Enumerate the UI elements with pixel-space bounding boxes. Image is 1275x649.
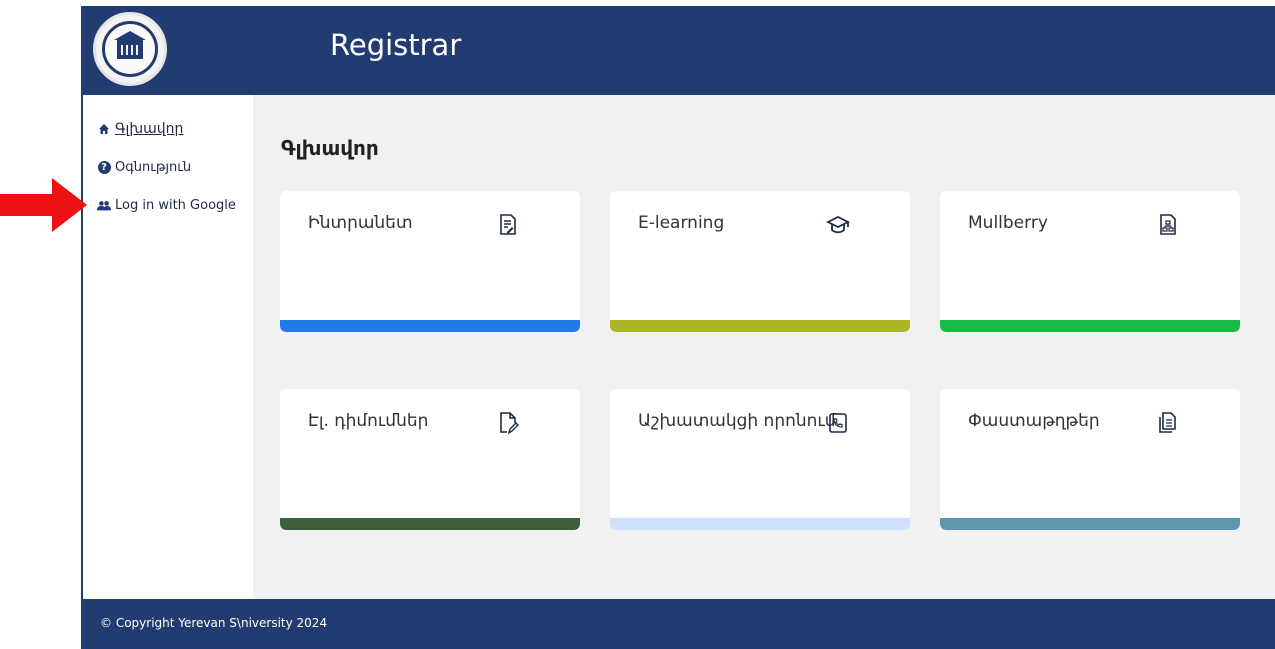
logo-seal	[102, 21, 158, 77]
annotation-arrow-icon	[0, 178, 87, 232]
card-accent-bar	[610, 518, 910, 530]
header: Registrar	[83, 6, 1275, 95]
card-accent-bar	[940, 518, 1240, 530]
document-sitemap-icon	[1160, 214, 1176, 235]
app-title: Registrar	[330, 28, 462, 62]
document-edit-icon	[500, 214, 516, 235]
card-label: Mullberry	[968, 213, 1048, 233]
card-label: Աշխատակցի որոնում	[638, 411, 836, 431]
phone-file-icon	[829, 413, 847, 433]
card-accent-bar	[280, 518, 580, 530]
university-logo[interactable]	[93, 12, 167, 86]
sidebar: Գլխավոր ? Օգնություն Log in with Google	[83, 95, 253, 599]
card-accent-bar	[280, 320, 580, 332]
sidebar-item-home[interactable]: Գլխավոր	[97, 121, 183, 137]
card-label: E-learning	[638, 213, 725, 233]
sidebar-item-label: Գլխավոր	[115, 121, 184, 137]
sidebar-item-help[interactable]: ? Օգնություն	[97, 160, 191, 175]
card-elearning[interactable]: E-learning	[610, 191, 910, 332]
card-label: Էլ. դիմումներ	[308, 411, 429, 431]
card-documents[interactable]: Փաստաթղթեր	[940, 389, 1240, 530]
card-label: Փաստաթղթեր	[968, 411, 1100, 431]
card-accent-bar	[940, 320, 1240, 332]
sidebar-item-login-google[interactable]: Log in with Google	[97, 198, 236, 213]
graduation-cap-icon	[826, 215, 850, 234]
card-applications[interactable]: Էլ. դիմումներ	[280, 389, 580, 530]
file-pen-icon	[500, 412, 519, 435]
page-title: Գլխավոր	[281, 136, 379, 160]
copyright-text: © Copyright Yerevan S\niversity 2024	[100, 616, 328, 630]
footer: © Copyright Yerevan S\niversity 2024	[83, 599, 1275, 649]
app-frame: Registrar Գլխավոր ? Օգնություն Log in wi…	[81, 6, 1275, 649]
users-icon	[97, 200, 111, 212]
card-label: Ինտրանետ	[308, 213, 413, 233]
card-staff-search[interactable]: Աշխատակցի որոնում	[610, 389, 910, 530]
card-intranet[interactable]: Ինտրանետ	[280, 191, 580, 332]
card-mullberry[interactable]: Mullberry	[940, 191, 1240, 332]
building-icon	[114, 31, 146, 59]
copy-document-icon	[1159, 412, 1176, 433]
home-icon	[97, 123, 111, 135]
help-icon: ?	[97, 161, 111, 174]
sidebar-item-label: Օգնություն	[115, 160, 192, 175]
card-accent-bar	[610, 320, 910, 332]
sidebar-item-label: Log in with Google	[115, 198, 236, 213]
